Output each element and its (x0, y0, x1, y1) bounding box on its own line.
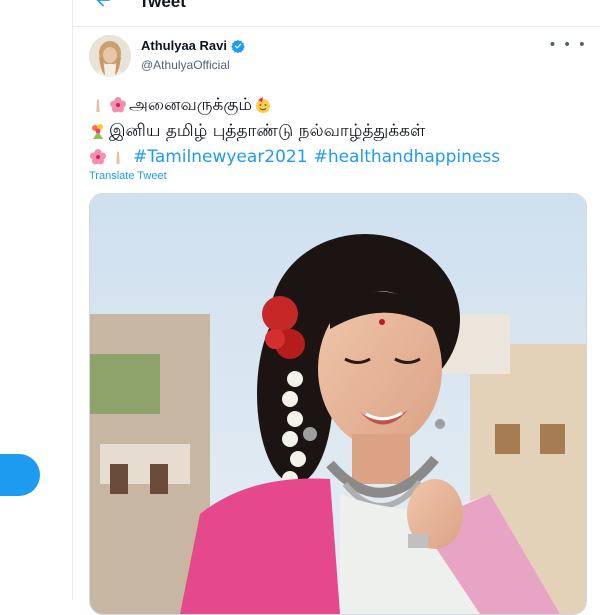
tweet-text-line2: இனிய தமிழ் புத்தாண்டு நல்வாழ்த்துக்கள் (109, 121, 426, 141)
photo-image (90, 194, 586, 614)
folded-hands-icon (116, 151, 120, 164)
tweet-line-1: அனைவருக்கும் (89, 92, 589, 118)
tweet-text: அனைவருக்கும் இனிய தமிழ் புத்தாண்டு நல்வா… (89, 92, 589, 170)
tweet-line-2: இனிய தமிழ் புத்தாண்டு நல்வாழ்த்துக்கள் (89, 118, 589, 144)
hashtag-link[interactable]: #Tamilnewyear2021 (133, 144, 308, 170)
back-arrow-icon[interactable] (93, 0, 113, 10)
avatar[interactable] (89, 35, 131, 77)
compose-tweet-button[interactable] (0, 454, 40, 496)
tweet-detail-column: Tweet Athulyaa Ravi @AthulyaOfficial • •… (72, 0, 600, 615)
verified-badge-icon (231, 39, 245, 53)
page-title: Tweet (139, 0, 186, 11)
tweet-media-photo[interactable] (89, 193, 587, 615)
translate-tweet-link[interactable]: Translate Tweet (89, 170, 167, 182)
author-handle[interactable]: @AthulyaOfficial (141, 58, 230, 72)
tweet-text-line1: அனைவருக்கும் (129, 95, 253, 115)
hibiscus-icon (90, 149, 106, 165)
party-face-icon (256, 97, 271, 113)
display-name[interactable]: Athulyaa Ravi (141, 38, 227, 53)
folded-hands-icon (96, 99, 100, 112)
hashtag-link[interactable]: #healthandhappiness (314, 144, 501, 170)
hibiscus-icon (110, 97, 126, 113)
more-options-icon[interactable]: • • • (548, 38, 587, 52)
left-sidebar (0, 0, 72, 600)
tweet-line-3: #Tamilnewyear2021 #healthandhappiness (89, 144, 589, 170)
bouquet-icon (92, 124, 103, 139)
author-name-row[interactable]: Athulyaa Ravi (141, 38, 245, 53)
tweet-header: Tweet (73, 0, 600, 27)
